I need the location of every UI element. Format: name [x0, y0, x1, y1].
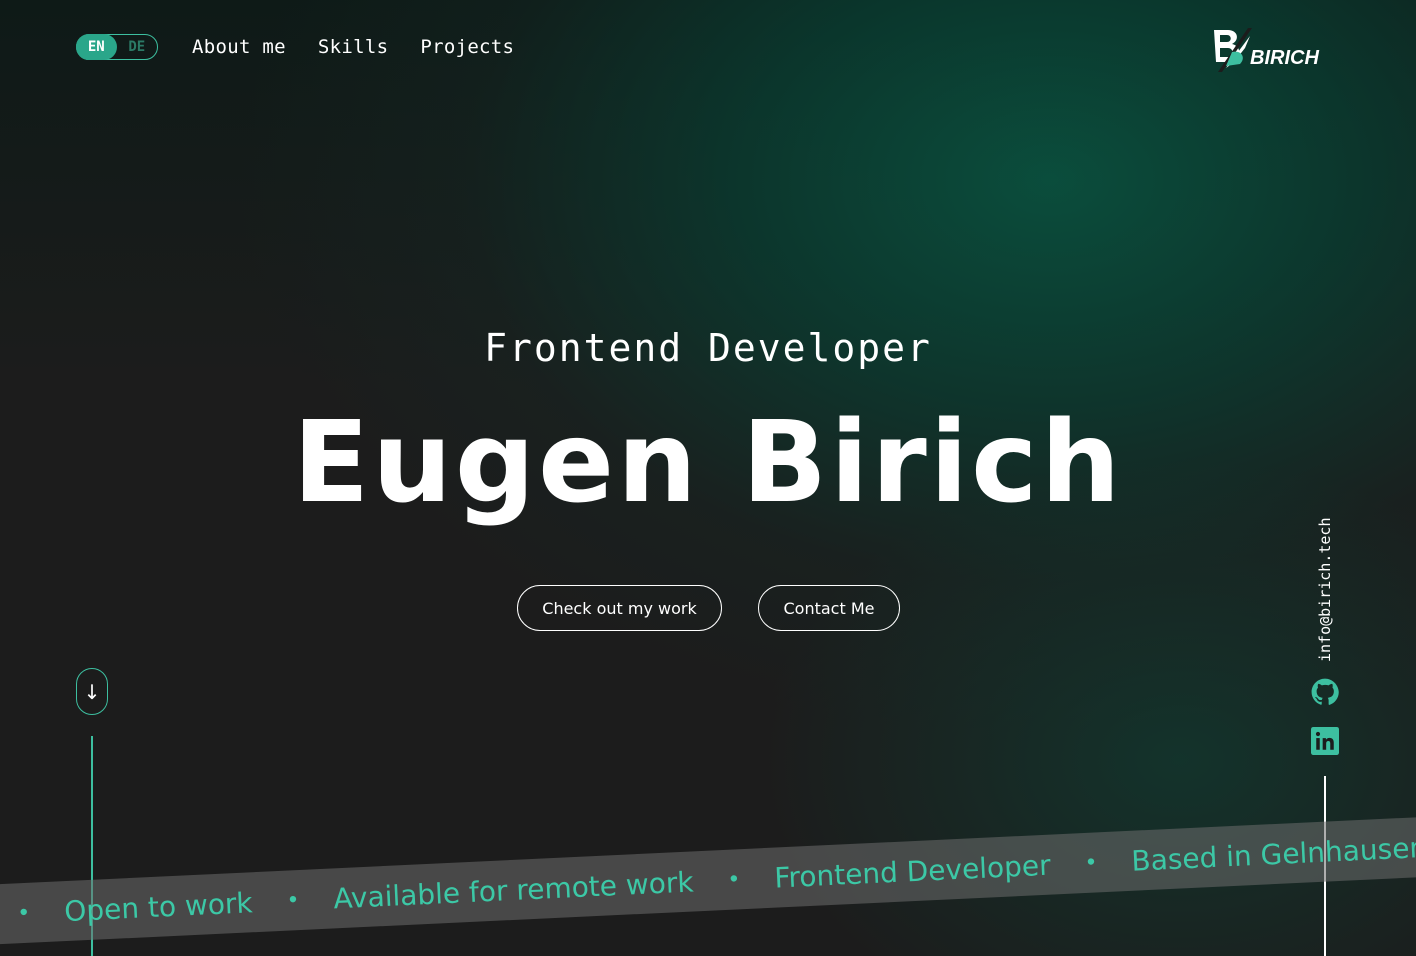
ribbon-separator: • — [285, 887, 301, 914]
ribbon-item: Open to work — [63, 885, 254, 928]
hero-subtitle: Frontend Developer — [484, 326, 932, 370]
brand-logo[interactable]: BIRICH — [1212, 26, 1324, 72]
status-ribbon: • Open to work • Available for remote wo… — [0, 814, 1416, 946]
logo-text: BIRICH — [1250, 47, 1319, 69]
ribbon-separator: • — [726, 866, 741, 893]
github-icon — [1311, 678, 1339, 705]
language-toggle[interactable]: EN DE — [76, 34, 158, 60]
lang-de-option[interactable]: DE — [117, 34, 158, 60]
linkedin-icon — [1311, 727, 1339, 755]
nav-skills[interactable]: Skills — [318, 36, 388, 58]
ribbon-item: Available for remote work — [332, 864, 695, 915]
github-link[interactable] — [1311, 678, 1339, 706]
nav-projects[interactable]: Projects — [420, 36, 514, 58]
arrow-down-icon: ↓ — [83, 679, 101, 704]
linkedin-link[interactable] — [1311, 727, 1339, 755]
ribbon-separator: • — [1083, 849, 1099, 876]
lang-en-option[interactable]: EN — [76, 34, 117, 60]
contact-me-button[interactable]: Contact Me — [758, 585, 900, 631]
hero-title: Eugen Birich — [292, 398, 1124, 528]
email-link[interactable]: info@birich.tech — [1313, 512, 1337, 663]
page: EN DE About me Skills Projects BIRICH Fr… — [0, 0, 1416, 956]
scroll-down-button[interactable]: ↓ — [76, 668, 108, 715]
nav-about-me[interactable]: About me — [192, 36, 286, 58]
ribbon-item: Frontend Developer — [773, 848, 1052, 895]
check-out-work-button[interactable]: Check out my work — [517, 585, 722, 631]
main-nav: About me Skills Projects — [192, 36, 514, 58]
ribbon-separator: • — [16, 900, 31, 926]
ribbon-item: Based in Gelnhausen — [1130, 830, 1416, 878]
